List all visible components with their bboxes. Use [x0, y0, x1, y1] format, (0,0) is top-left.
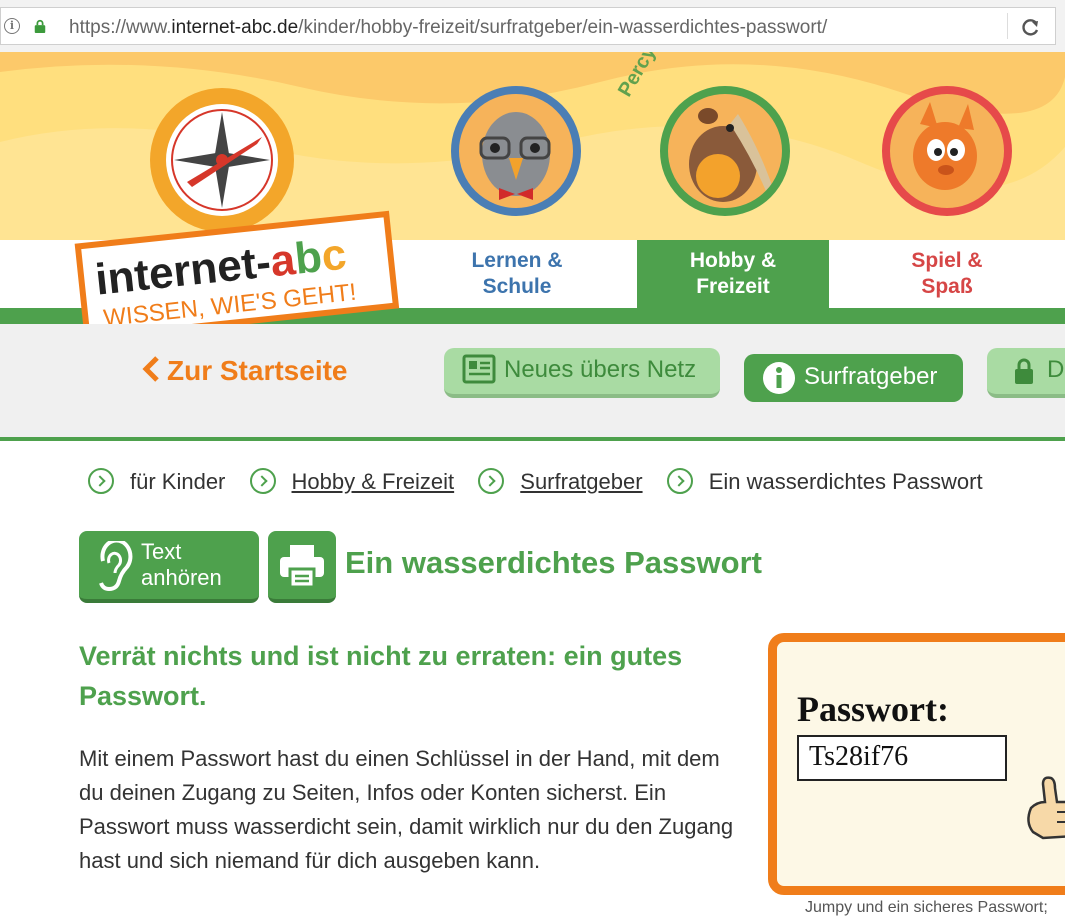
page-title: Ein wasserdichtes Passwort — [345, 545, 762, 580]
nav-neues-uebers-netz[interactable]: Neues übers Netz — [444, 348, 720, 398]
nav-datenschutz-partial[interactable]: D — [987, 348, 1065, 398]
lock-icon — [1015, 358, 1033, 384]
tab-label-line1: Hobby & — [689, 249, 777, 272]
listen-label-line2: anhören — [141, 565, 222, 590]
tab-spiel-spass[interactable]: Spiel & Spaß — [851, 240, 1043, 308]
illustration-label: Passwort: — [797, 689, 949, 729]
site-logo[interactable]: internet-abc WISSEN, WIE'S GEHT! — [72, 82, 402, 324]
chevron-right-circle-icon — [666, 468, 693, 494]
article-subtitle: Verrät nichts und ist nicht zu erraten: … — [79, 641, 683, 711]
info-circle-icon — [763, 362, 795, 394]
character-bird-avatar[interactable] — [451, 86, 581, 216]
character-squirrel-avatar[interactable] — [882, 86, 1012, 216]
back-link-label: Zur Startseite — [167, 355, 348, 386]
chevron-right-circle-icon — [88, 468, 114, 494]
article-body: Mit einem Passwort hast du einen Schlüss… — [79, 746, 734, 873]
url-field[interactable]: i https://www.internet-abc.de/kinder/hob… — [0, 7, 1056, 45]
text-anhoeren-button[interactable]: Text anhören — [79, 531, 259, 603]
breadcrumb-item[interactable]: Surfratgeber — [478, 468, 643, 495]
pill-label: Neues übers Netz — [504, 356, 697, 383]
chevron-right-circle-icon — [478, 468, 505, 494]
tab-label-line2: Freizeit — [696, 275, 770, 298]
illustration-caption: Jumpy und ein sicheres Passwort; — [805, 899, 1048, 916]
tab-label-line2: Spaß — [921, 275, 973, 298]
reload-icon[interactable] — [1021, 17, 1041, 37]
ear-icon — [99, 541, 133, 592]
illustration-password-box: Ts28if76 — [797, 735, 1007, 781]
listen-label-line1: Text — [141, 539, 182, 564]
tab-hobby-freizeit[interactable]: Hobby & Freizeit — [637, 240, 829, 308]
print-button[interactable] — [268, 531, 336, 603]
pill-label: Surfratgeber — [804, 363, 938, 390]
tab-label-line1: Lernen & — [471, 249, 563, 272]
newspaper-icon — [462, 354, 496, 384]
url-separator — [1007, 13, 1008, 39]
subnav-divider — [0, 437, 1065, 441]
tab-label-line2: Schule — [482, 275, 552, 298]
info-icon[interactable]: i — [4, 18, 20, 34]
browser-address-bar: i https://www.internet-abc.de/kinder/hob… — [0, 0, 1065, 52]
tab-label-line1: Spiel & — [911, 249, 983, 272]
site-header: Percy Lernen & Schule Hobby & Freizeit S… — [0, 52, 1065, 324]
compass-icon — [150, 88, 294, 232]
url-text[interactable]: https://www.internet-abc.de/kinder/hobby… — [69, 17, 827, 39]
breadcrumb-item[interactable]: Hobby & Freizeit — [249, 468, 454, 495]
lock-icon — [34, 19, 46, 33]
breadcrumb: für Kinder Hobby & Freizeit Surfratgeber… — [88, 468, 1001, 495]
pill-label: D — [1047, 356, 1065, 383]
chevron-left-icon — [142, 356, 159, 382]
tab-lernen-schule[interactable]: Lernen & Schule — [421, 240, 613, 308]
breadcrumb-item[interactable]: für Kinder — [88, 468, 225, 495]
breadcrumb-current: Ein wasserdichtes Passwort — [666, 468, 983, 495]
back-to-home-link[interactable]: Zur Startseite — [141, 355, 348, 387]
character-percy-avatar[interactable] — [660, 86, 790, 216]
password-illustration: Passwort: Ts28if76 — [768, 633, 1065, 895]
nav-surfratgeber[interactable]: Surfratgeber — [744, 354, 963, 402]
thumbs-up-icon — [1027, 776, 1065, 840]
printer-icon — [280, 545, 324, 589]
chevron-right-circle-icon — [249, 468, 276, 494]
